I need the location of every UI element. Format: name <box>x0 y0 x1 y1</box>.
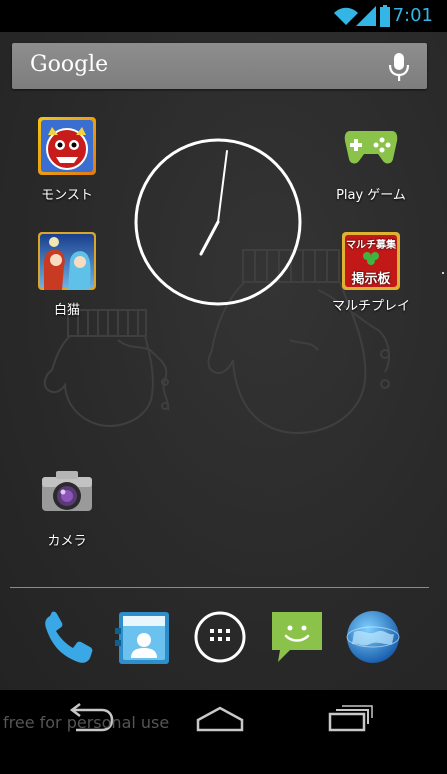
messaging-icon[interactable] <box>266 606 328 668</box>
app-label: マルチプレイ <box>331 299 410 314</box>
page-indicator-dot <box>442 272 444 274</box>
google-logo-text: Google <box>30 52 109 77</box>
multiplay-board-icon: マルチ募集 掲示板 <box>342 232 400 290</box>
status-time: 7:01 <box>392 5 433 26</box>
app-shironeko[interactable]: 白猫 <box>17 232 117 318</box>
navigation-bar <box>0 690 447 774</box>
app-label: 白猫 <box>53 303 80 318</box>
app-label: モンスト <box>41 188 93 203</box>
multiplay-icon-line1: マルチ募集 <box>346 240 396 251</box>
battery-icon <box>380 5 390 27</box>
browser-globe-icon[interactable] <box>342 606 404 668</box>
mic-icon[interactable] <box>387 53 411 81</box>
app-camera[interactable]: カメラ <box>17 463 117 549</box>
play-games-icon <box>344 131 398 164</box>
watermark-text: free for personal use <box>3 713 170 732</box>
app-multiplay-board[interactable]: マルチ募集 掲示板 マルチプレイ <box>321 232 421 314</box>
phone-icon[interactable] <box>36 606 98 668</box>
home-icon[interactable] <box>190 698 250 738</box>
monst-app-icon <box>38 117 96 175</box>
shironeko-app-icon <box>38 232 96 290</box>
contacts-icon[interactable] <box>113 606 175 668</box>
signal-icon <box>356 6 376 26</box>
hour-hand <box>199 220 220 256</box>
status-bar: 7:01 <box>0 0 447 32</box>
dock-divider <box>10 587 429 588</box>
camera-icon <box>42 471 92 511</box>
app-play-games[interactable]: Play ゲーム <box>321 117 421 203</box>
app-drawer-icon[interactable] <box>189 606 251 668</box>
app-label: カメラ <box>47 534 87 549</box>
analog-clock-widget[interactable] <box>133 137 303 307</box>
clover-icon <box>363 252 379 265</box>
wifi-icon <box>334 7 358 25</box>
app-label: Play ゲーム <box>336 188 406 203</box>
app-monst[interactable]: モンスト <box>17 117 117 203</box>
minute-hand <box>217 150 228 223</box>
google-search-bar[interactable]: Google <box>12 43 427 89</box>
recents-icon[interactable] <box>320 698 380 738</box>
multiplay-icon-line2: 掲示板 <box>351 272 391 287</box>
home-screen: 7:01 Google モンスト Play ゲーム 白猫 マルチ募集 掲示板 マ… <box>0 0 447 774</box>
